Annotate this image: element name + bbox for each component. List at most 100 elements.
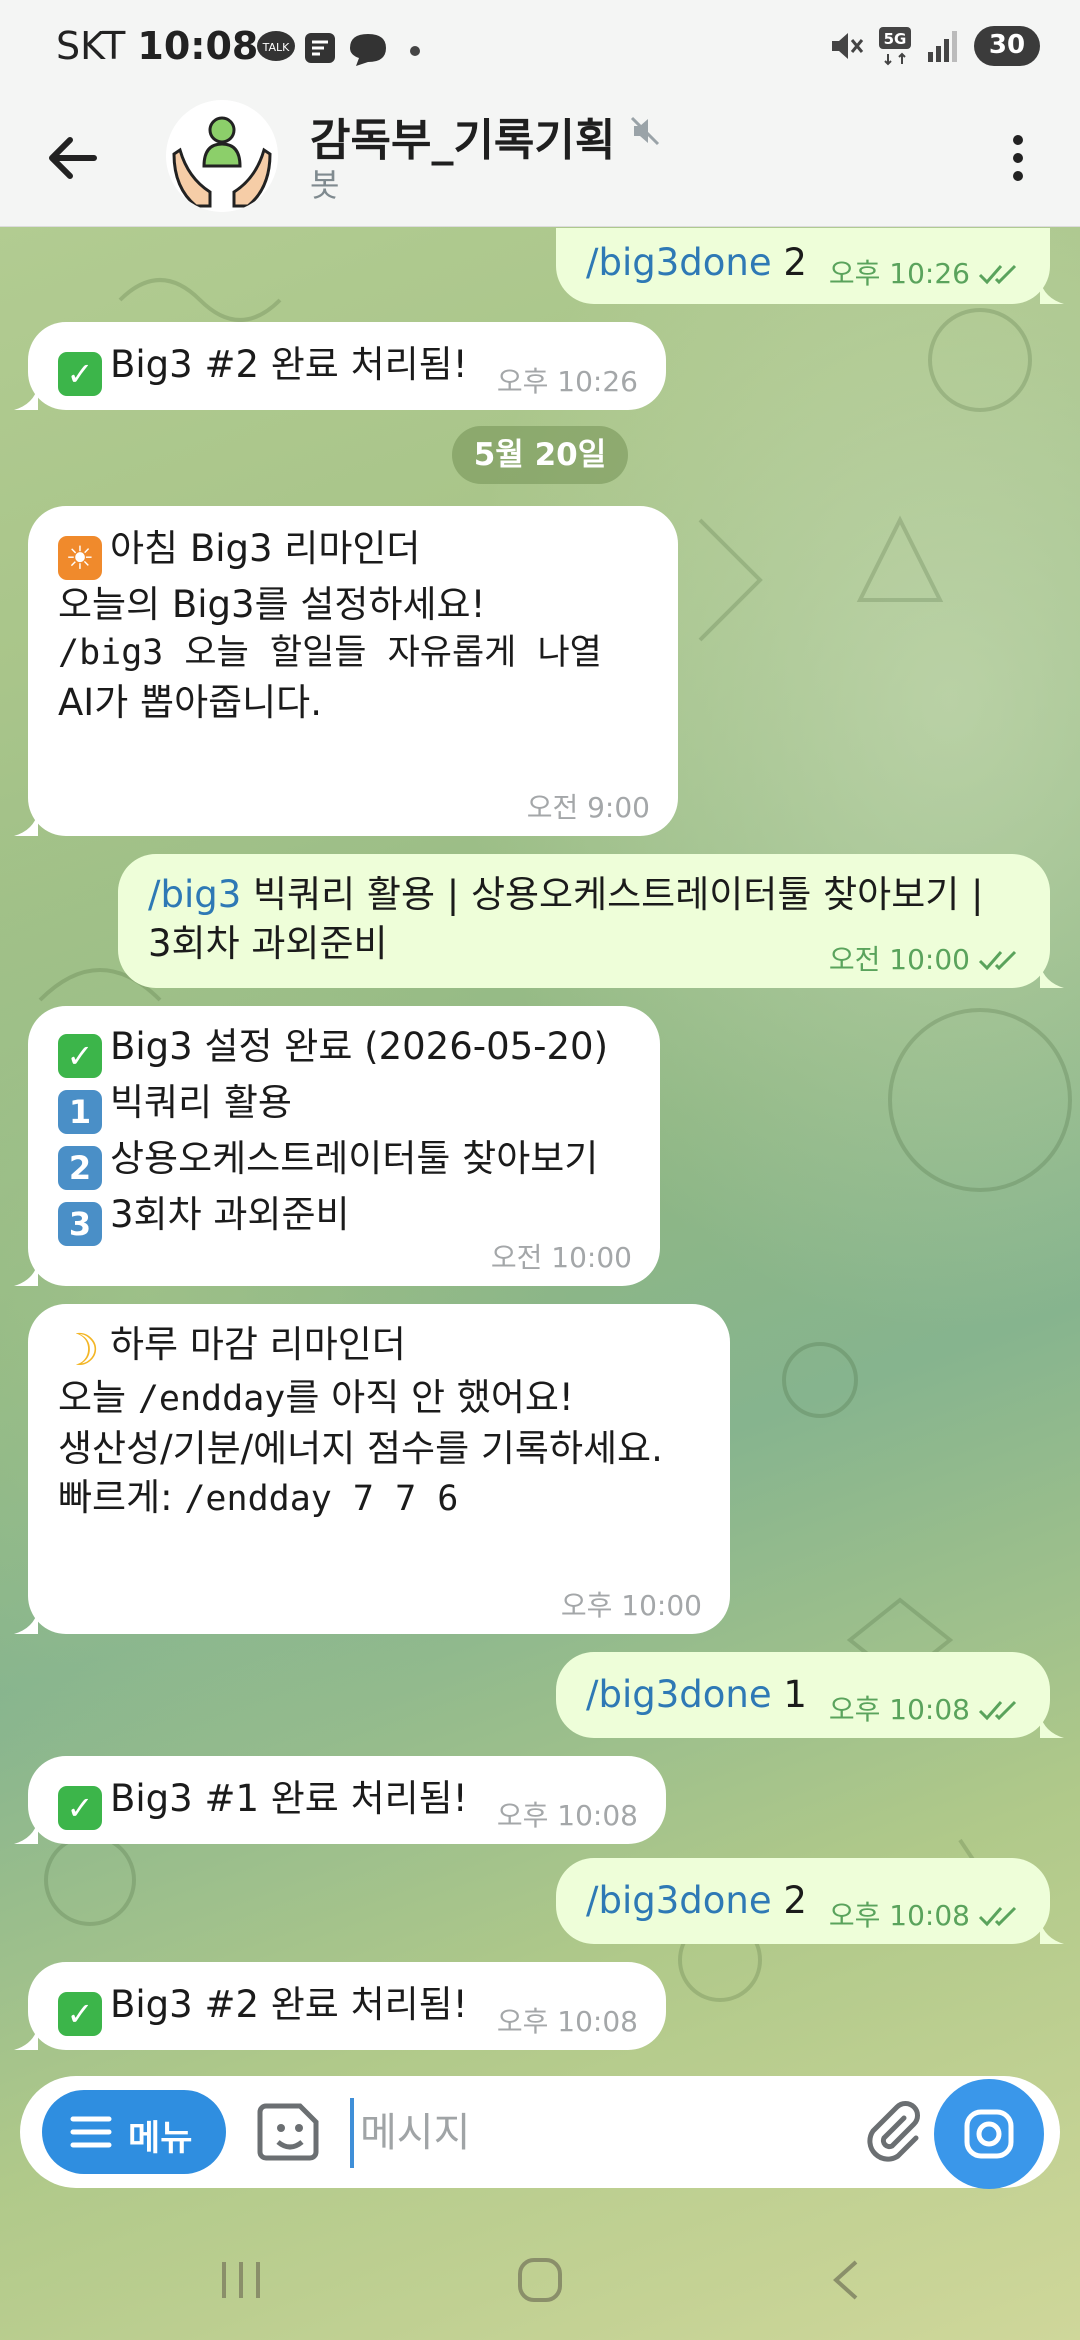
message-line: ☽ 하루 마감 리마인더 [58, 1320, 700, 1373]
camera-icon [964, 2109, 1014, 2159]
message-text: 2 [771, 1879, 807, 1922]
message-text: Big3 #2 완료 처리됨! [110, 343, 468, 386]
top-bar: SKT 10:08 TALK 5G 30 감독부_기록기획 봇 [0, 0, 1080, 227]
message-time: 오후 10:08 [828, 1693, 970, 1726]
message-outgoing[interactable]: /big3done 2 오후 10:26 [556, 228, 1064, 304]
status-right-icons: 5G 30 [828, 26, 1040, 66]
command-link[interactable]: /big3done [586, 1879, 772, 1922]
5g-icon: 5G [879, 27, 911, 66]
chat-subtitle: 봇 [310, 166, 340, 204]
back-arrow-icon[interactable] [40, 126, 104, 190]
more-options-icon[interactable] [994, 126, 1042, 190]
message-incoming[interactable]: ☽ 하루 마감 리마인더 오늘 /endday를 아직 안 했어요! 생산성/기분… [14, 1304, 730, 1634]
message-text: 를 아직 안 했어요! [285, 1376, 574, 1419]
list-item: 2 상용오케스트레이터툴 찾아보기 [58, 1134, 630, 1190]
message-outgoing[interactable]: /big3done 2 오후 10:08 [556, 1858, 1064, 1944]
svg-text:5G: 5G [884, 30, 907, 48]
bubble-tail [14, 1820, 38, 1844]
check-mark-emoji: ✓ [58, 1992, 102, 2036]
message-line: 빠르게: /endday 7 7 6 [58, 1473, 700, 1524]
signal-icon [928, 31, 957, 62]
message-input[interactable] [350, 2098, 862, 2168]
message-meta: 오후 10:26 [829, 260, 1022, 288]
muted-chat-icon [630, 116, 660, 146]
message-time: 오전 9:00 [526, 791, 650, 824]
note-notification-icon [305, 33, 335, 63]
command-link[interactable]: /big3done [586, 1673, 772, 1716]
mute-status-icon [832, 33, 864, 59]
message-text: 2 [771, 241, 807, 284]
message-code-line: /big3 오늘 할일들 자유롭게 나열 [58, 633, 602, 673]
message-outgoing[interactable]: /big3done 1 오후 10:08 [556, 1652, 1064, 1738]
chat-notification-icon [350, 34, 386, 66]
hamburger-icon [70, 2116, 112, 2148]
date-divider: 5월 20일 [452, 426, 628, 484]
command-link[interactable]: /big3 [148, 873, 241, 916]
message-text: 빠르게: [58, 1476, 185, 1519]
inline-code: /endday 7 7 6 [184, 1479, 459, 1519]
bubble-tail [1040, 1920, 1064, 1944]
sticker-emoji-icon[interactable] [256, 2098, 324, 2166]
sunrise-emoji: ☀ [58, 536, 102, 580]
message-meta: 오후 10:08 [829, 1696, 1022, 1724]
message-text: Big3 #2 완료 처리됨! [110, 1983, 468, 2026]
battery-level: 30 [988, 30, 1026, 60]
battery-indicator: 30 [974, 26, 1040, 66]
list-item-text: 3회차 과외준비 [110, 1193, 350, 1236]
message-incoming[interactable]: ✓ Big3 설정 완료 (2026-05-20) 1 빅쿼리 활용 2 상용오케스트… [14, 1006, 660, 1286]
bot-avatar[interactable] [166, 100, 278, 212]
carrier: SKT [56, 24, 126, 68]
list-item-text: 빅쿼리 활용 [110, 1081, 292, 1124]
bubble-tail [1040, 964, 1064, 988]
message-time: 오후 10:08 [496, 2005, 638, 2038]
command-link[interactable]: /big3done [586, 241, 772, 284]
message-incoming[interactable]: ✓ Big3 #1 완료 처리됨! 오후 10:08 [14, 1756, 666, 1844]
message-time: 오후 10:08 [496, 1799, 638, 1832]
home-icon[interactable] [516, 2256, 564, 2304]
reminder-heading: 아침 Big3 리마인더 [110, 527, 421, 570]
double-check-icon [978, 950, 1017, 971]
message-text: Big3 설정 완료 (2026-05-20) [110, 1025, 609, 1068]
message-composer: 메뉴 [20, 2076, 1060, 2188]
message-incoming[interactable]: ☀ 아침 Big3 리마인더 오늘의 Big3를 설정하세요! /big3 오늘 … [14, 506, 678, 836]
message-time: 오후 10:00 [560, 1589, 702, 1622]
bubble-tail [14, 1610, 38, 1634]
bubble-tail [14, 1262, 38, 1286]
message-line: AI가 뽑아줍니다. [58, 681, 322, 724]
bubble-tail [14, 812, 38, 836]
bubble-tail [1040, 1714, 1064, 1738]
camera-button[interactable] [934, 2079, 1044, 2189]
status-carrier-time: SKT 10:08 [56, 24, 258, 68]
message-incoming[interactable]: ✓ Big3 #2 완료 처리됨! 오후 10:08 [14, 1962, 666, 2050]
message-line: ✓ Big3 설정 완료 (2026-05-20) [58, 1022, 630, 1078]
double-check-icon [978, 1700, 1017, 1721]
svg-text:TALK: TALK [262, 41, 291, 54]
message-time: 오후 10:08 [828, 1899, 970, 1932]
message-outgoing[interactable]: /big3 빅쿼리 활용 | 상용오케스트레이터툴 찾아보기 | 3회차 과외준… [118, 854, 1064, 988]
message-incoming[interactable]: ✓ Big3 #2 완료 처리됨! 오후 10:26 [14, 322, 666, 410]
menu-label: 메뉴 [128, 2119, 193, 2159]
message-time: 오전 10:00 [828, 943, 970, 976]
bot-menu-button[interactable]: 메뉴 [42, 2090, 226, 2174]
attach-paperclip-icon[interactable] [862, 2100, 926, 2164]
talk-notification-icon: TALK [257, 31, 295, 61]
message-line: 생산성/기분/에너지 점수를 기록하세요. [58, 1427, 663, 1470]
message-line: /big3 빅쿼리 활용 | 상용오케스트레이터툴 찾아보기 | [148, 870, 1020, 919]
check-mark-emoji: ✓ [58, 1786, 102, 1830]
check-mark-emoji: ✓ [58, 352, 102, 396]
message-meta: 오전 10:00 [829, 946, 1022, 974]
bubble-tail [14, 2026, 38, 2050]
keycap-2-emoji: 2 [58, 1146, 102, 1190]
status-bar: SKT 10:08 TALK 5G 30 [0, 0, 1080, 100]
chat-header: 감독부_기록기획 봇 [0, 100, 1080, 226]
message-text: Big3 #1 완료 처리됨! [110, 1777, 468, 1820]
message-time: 오전 10:00 [490, 1241, 632, 1274]
crescent-moon-emoji: ☽ [60, 1325, 100, 1376]
double-check-icon [978, 264, 1017, 285]
message-meta: 오후 10:08 [829, 1902, 1022, 1930]
nav-back-icon[interactable] [826, 2256, 866, 2304]
recent-apps-icon[interactable] [218, 2256, 264, 2304]
list-item: 3 3회차 과외준비 [58, 1190, 630, 1246]
system-nav-bar [0, 2230, 1080, 2340]
chat-title: 감독부_기록기획 [310, 115, 616, 166]
